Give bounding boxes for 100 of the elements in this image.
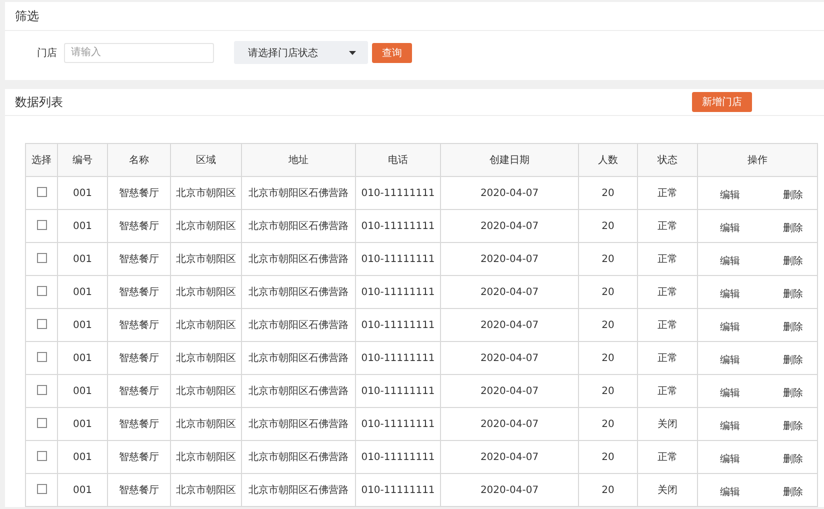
row-checkbox[interactable] bbox=[36, 220, 46, 230]
column-header: 编号 bbox=[58, 144, 108, 176]
row-checkbox[interactable] bbox=[36, 450, 46, 460]
table-cell: 2020-04-07 bbox=[440, 242, 578, 276]
table-cell: 北京市朝阳区 bbox=[170, 342, 242, 374]
table-cell: 北京市朝阳区石佛营路 bbox=[242, 210, 356, 242]
status-cell: 正常 bbox=[638, 440, 698, 474]
table-cell: 001 bbox=[58, 210, 108, 242]
table-cell: 2020-04-07 bbox=[440, 308, 578, 342]
column-header: 人数 bbox=[578, 144, 638, 176]
delete-link[interactable]: 删除 bbox=[783, 254, 803, 268]
table-cell: 北京市朝阳区 bbox=[170, 474, 242, 506]
table-cell: 2020-04-07 bbox=[440, 176, 578, 210]
table-cell: 北京市朝阳区 bbox=[170, 374, 242, 408]
edit-link[interactable]: 编辑 bbox=[720, 188, 740, 202]
table-cell: 001 bbox=[58, 374, 108, 408]
table-cell: 010-11111111 bbox=[356, 276, 440, 308]
edit-link[interactable]: 编辑 bbox=[720, 352, 740, 366]
table-cell: 010-11111111 bbox=[356, 440, 440, 474]
table-cell: 2020-04-07 bbox=[440, 374, 578, 408]
table-cell: 010-11111111 bbox=[356, 408, 440, 440]
table-cell: 20 bbox=[578, 308, 638, 342]
table-cell: 010-11111111 bbox=[356, 342, 440, 374]
column-header: 状态 bbox=[638, 144, 698, 176]
status-select[interactable]: 请选择门店状态 bbox=[234, 41, 368, 64]
table-cell: 010-11111111 bbox=[356, 242, 440, 276]
table-cell: 001 bbox=[58, 474, 108, 506]
table-cell: 001 bbox=[58, 408, 108, 440]
status-cell: 关闭 bbox=[638, 474, 698, 506]
edit-link[interactable]: 编辑 bbox=[720, 286, 740, 300]
table-cell: 001 bbox=[58, 242, 108, 276]
section-title: 筛选 bbox=[15, 8, 39, 24]
delete-link[interactable]: 删除 bbox=[783, 286, 803, 300]
table-cell: 北京市朝阳区石佛营路 bbox=[242, 440, 356, 474]
edit-link[interactable]: 编辑 bbox=[720, 386, 740, 400]
delete-link[interactable]: 删除 bbox=[783, 320, 803, 334]
edit-link[interactable]: 编辑 bbox=[720, 452, 740, 466]
table-cell: 2020-04-07 bbox=[440, 276, 578, 308]
delete-link[interactable]: 删除 bbox=[783, 418, 803, 432]
column-header: 地址 bbox=[242, 144, 356, 176]
section-title: 数据列表 bbox=[15, 94, 63, 110]
table-cell: 010-11111111 bbox=[356, 308, 440, 342]
row-checkbox[interactable] bbox=[36, 252, 46, 262]
table-cell: 智慈餐厅 bbox=[108, 210, 170, 242]
row-checkbox[interactable] bbox=[36, 418, 46, 428]
table-cell: 智慈餐厅 bbox=[108, 242, 170, 276]
edit-link[interactable]: 编辑 bbox=[720, 320, 740, 334]
table-cell: 20 bbox=[578, 342, 638, 374]
row-checkbox[interactable] bbox=[36, 484, 46, 494]
column-header: 选择 bbox=[26, 144, 58, 176]
row-checkbox[interactable] bbox=[36, 352, 46, 362]
store-input-field[interactable]: 请输入 bbox=[64, 42, 214, 62]
edit-link[interactable]: 编辑 bbox=[720, 484, 740, 498]
delete-link[interactable]: 删除 bbox=[783, 220, 803, 234]
status-cell: 正常 bbox=[638, 242, 698, 276]
table-cell: 北京市朝阳区石佛营路 bbox=[242, 176, 356, 210]
delete-link[interactable]: 删除 bbox=[783, 386, 803, 400]
column-header: 电话 bbox=[356, 144, 440, 176]
table-cell: 智慈餐厅 bbox=[108, 374, 170, 408]
table-cell: 20 bbox=[578, 242, 638, 276]
delete-link[interactable]: 删除 bbox=[783, 484, 803, 498]
table-cell: 20 bbox=[578, 176, 638, 210]
column-header: 区域 bbox=[170, 144, 242, 176]
table-cell: 2020-04-07 bbox=[440, 408, 578, 440]
table-cell: 智慈餐厅 bbox=[108, 474, 170, 506]
column-header: 名称 bbox=[108, 144, 170, 176]
store-label: 门店 bbox=[37, 46, 57, 60]
table-cell: 20 bbox=[578, 210, 638, 242]
table-cell: 001 bbox=[58, 176, 108, 210]
status-cell: 正常 bbox=[638, 374, 698, 408]
edit-link[interactable]: 编辑 bbox=[720, 418, 740, 432]
row-checkbox[interactable] bbox=[36, 186, 46, 196]
table-cell: 北京市朝阳区石佛营路 bbox=[242, 474, 356, 506]
table-cell: 20 bbox=[578, 408, 638, 440]
table-cell: 20 bbox=[578, 474, 638, 506]
table-cell: 北京市朝阳区 bbox=[170, 408, 242, 440]
status-cell: 正常 bbox=[638, 176, 698, 210]
column-header: 操作 bbox=[698, 144, 818, 176]
edit-link[interactable]: 编辑 bbox=[720, 220, 740, 234]
table-cell: 智慈餐厅 bbox=[108, 342, 170, 374]
table-cell: 北京市朝阳区 bbox=[170, 308, 242, 342]
table-cell: 2020-04-07 bbox=[440, 474, 578, 506]
table-cell: 北京市朝阳区 bbox=[170, 276, 242, 308]
row-checkbox[interactable] bbox=[36, 384, 46, 394]
table-cell: 010-11111111 bbox=[356, 210, 440, 242]
table-cell: 智慈餐厅 bbox=[108, 176, 170, 210]
edit-link[interactable]: 编辑 bbox=[720, 254, 740, 268]
row-checkbox[interactable] bbox=[36, 286, 46, 296]
table-cell: 北京市朝阳区 bbox=[170, 210, 242, 242]
table-cell: 001 bbox=[58, 308, 108, 342]
delete-link[interactable]: 删除 bbox=[783, 188, 803, 202]
table-cell: 010-11111111 bbox=[356, 176, 440, 210]
table-cell: 2020-04-07 bbox=[440, 342, 578, 374]
table-cell: 北京市朝阳区石佛营路 bbox=[242, 308, 356, 342]
delete-link[interactable]: 删除 bbox=[783, 352, 803, 366]
table-cell: 001 bbox=[58, 276, 108, 308]
table-cell: 北京市朝阳区石佛营路 bbox=[242, 242, 356, 276]
table-cell: 北京市朝阳区石佛营路 bbox=[242, 374, 356, 408]
row-checkbox[interactable] bbox=[36, 318, 46, 328]
delete-link[interactable]: 删除 bbox=[783, 452, 803, 466]
